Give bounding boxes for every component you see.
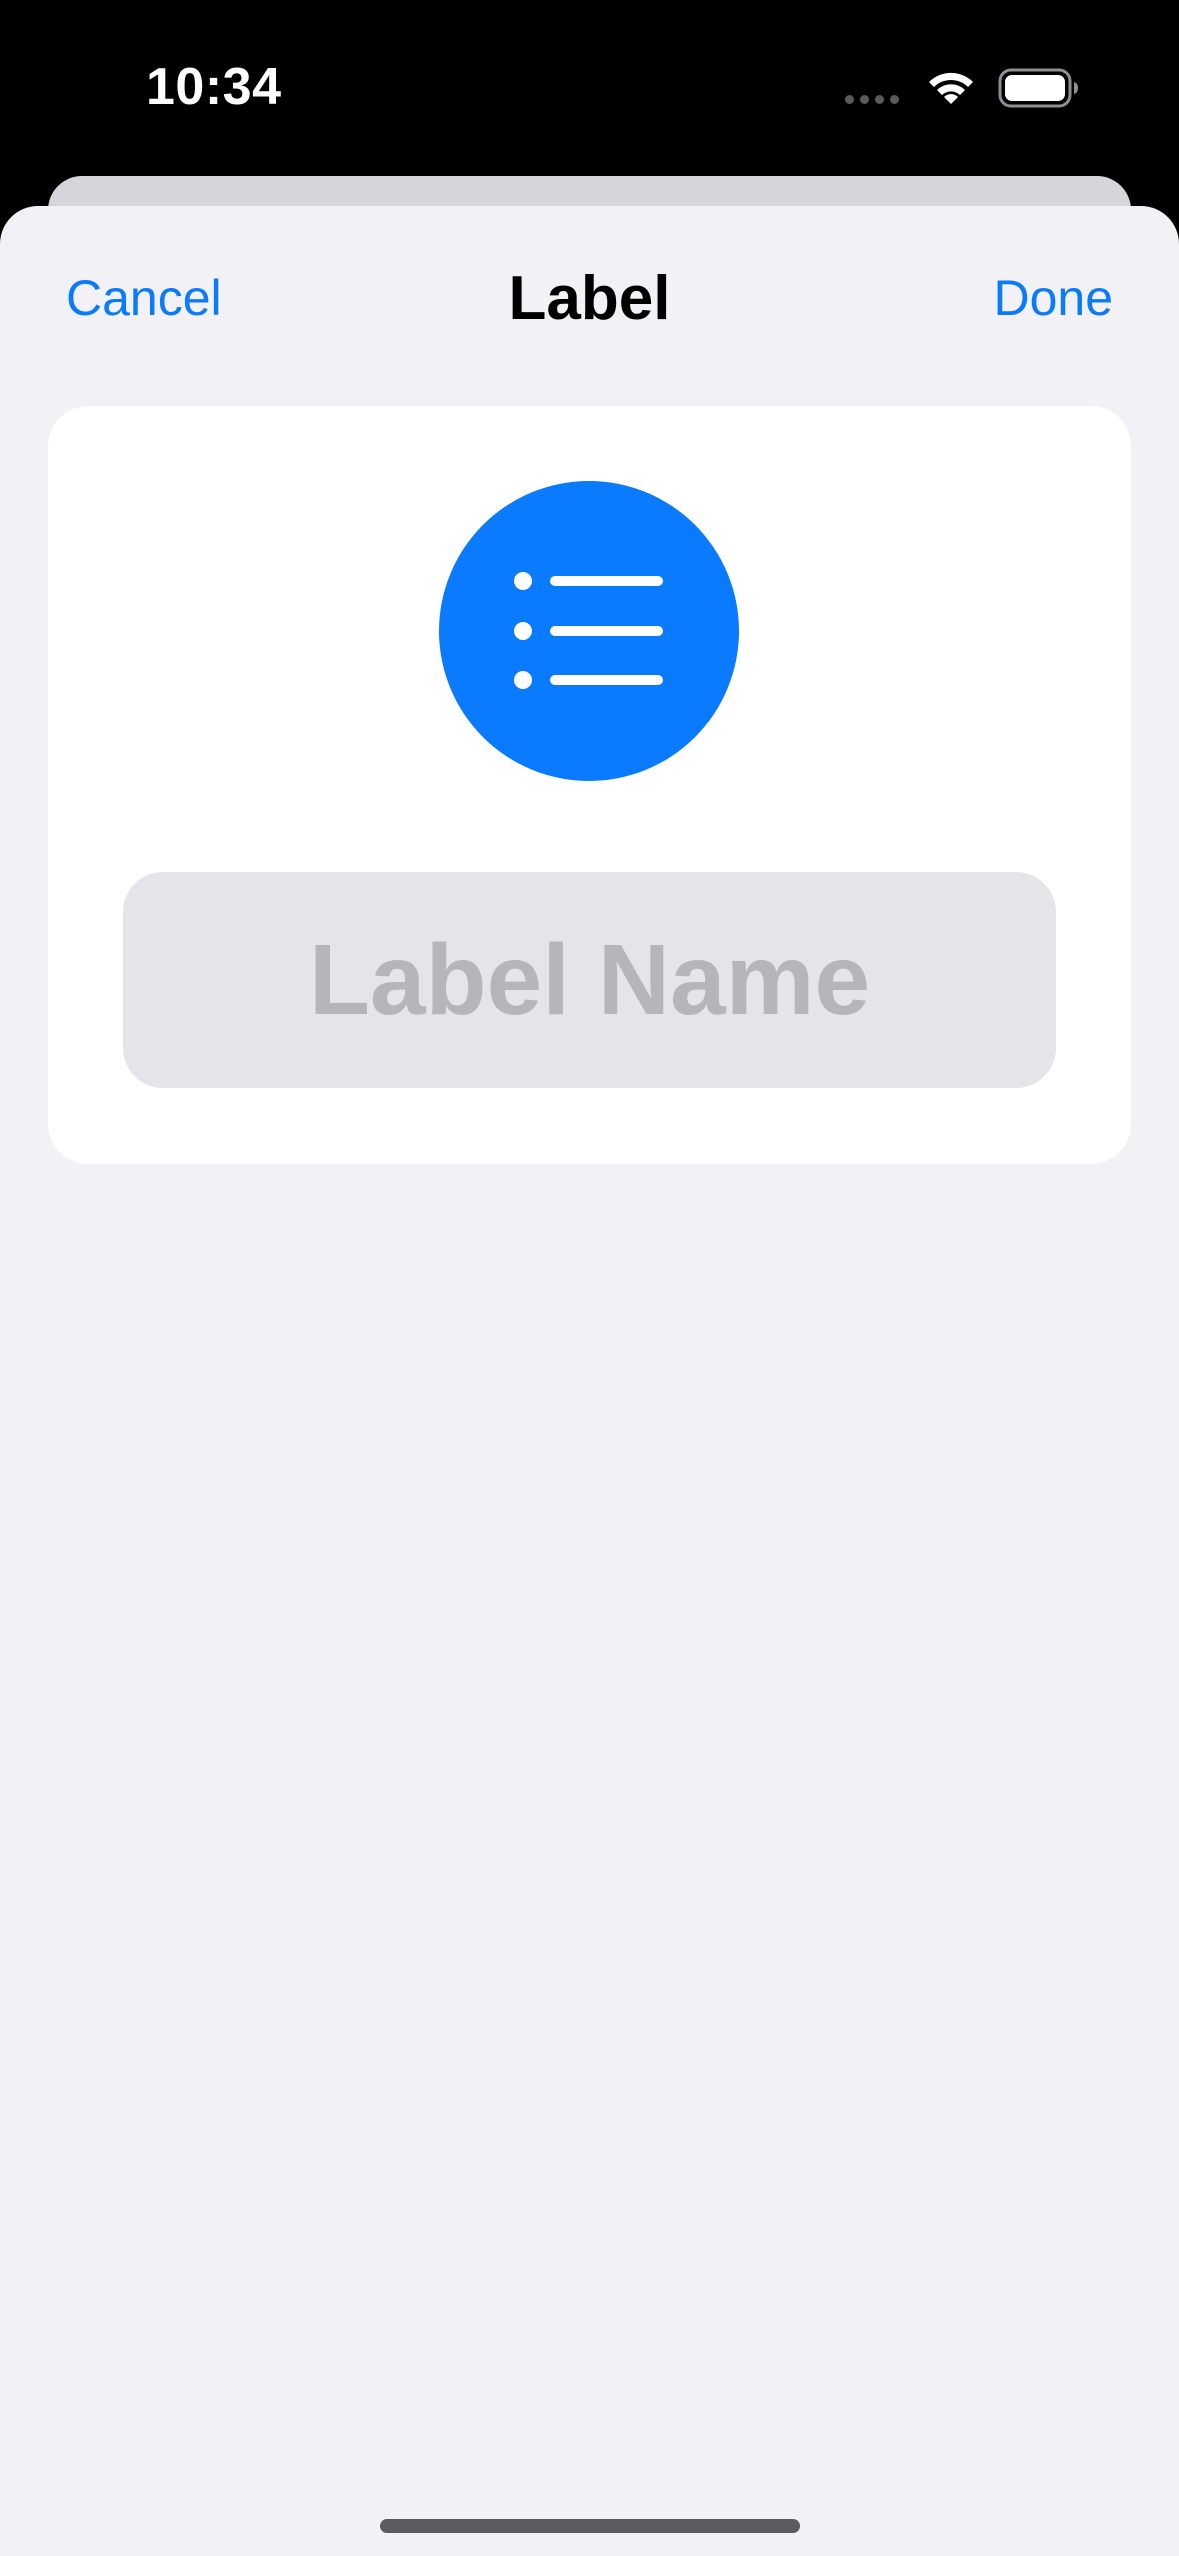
label-name-input[interactable]: [123, 872, 1056, 1088]
battery-icon: [998, 68, 1078, 108]
list-bullet-icon: [514, 572, 663, 689]
label-icon-button[interactable]: [439, 481, 739, 781]
done-button[interactable]: Done: [993, 266, 1113, 330]
home-indicator[interactable]: [380, 2519, 800, 2533]
cancel-button[interactable]: Cancel: [66, 266, 222, 330]
label-editor-card: [48, 406, 1131, 1164]
status-time: 10:34: [146, 58, 282, 116]
wifi-icon: [929, 72, 973, 104]
cellular-signal-icon: [845, 95, 899, 104]
status-bar: 10:34: [0, 0, 1179, 170]
modal-sheet: Cancel Label Done: [0, 206, 1179, 2556]
